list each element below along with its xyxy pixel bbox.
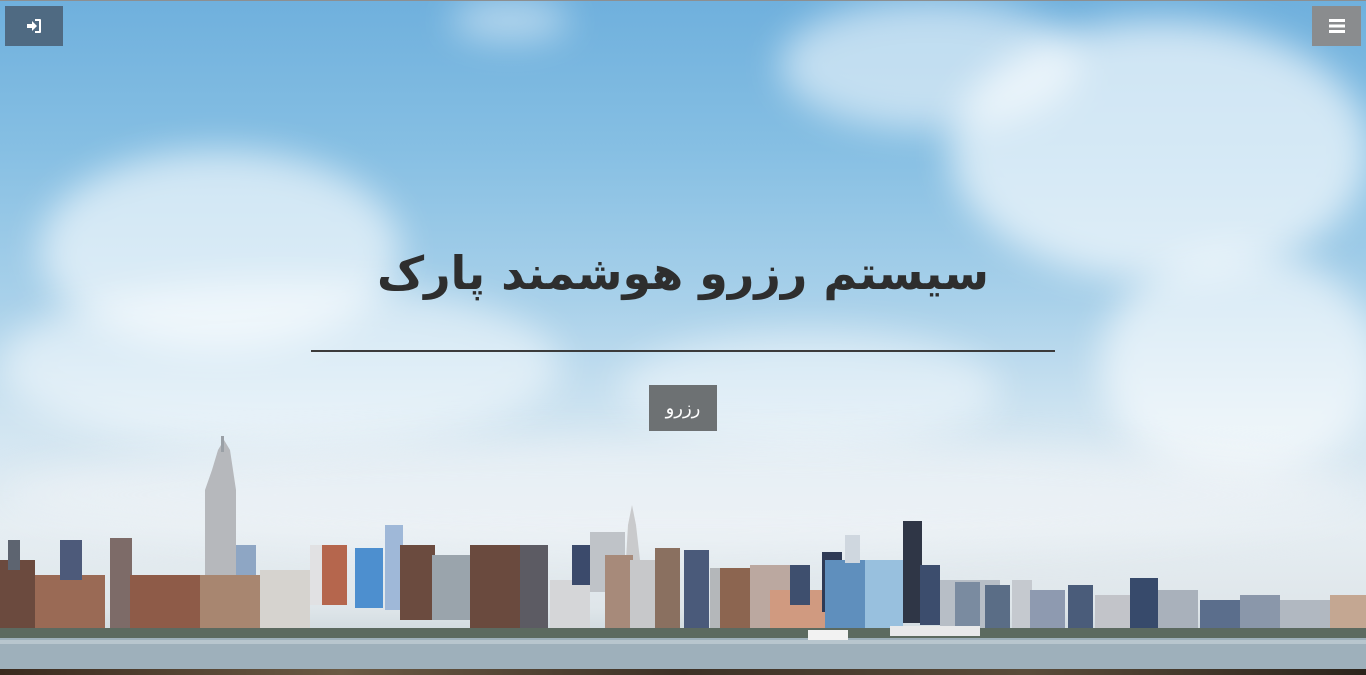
bottom-strip: [0, 669, 1366, 675]
menu-button[interactable]: [1312, 6, 1361, 46]
login-button[interactable]: [5, 6, 63, 46]
hero-background: [0, 0, 1366, 675]
page-title: سیستم رزرو هوشمند پارک: [376, 246, 990, 300]
title-divider: [311, 350, 1055, 352]
sign-in-icon: [27, 19, 41, 33]
top-border: [0, 0, 1366, 1]
reserve-button[interactable]: رزرو: [649, 385, 717, 431]
hamburger-menu-icon: [1328, 19, 1345, 33]
city-skyline: [0, 436, 1366, 670]
